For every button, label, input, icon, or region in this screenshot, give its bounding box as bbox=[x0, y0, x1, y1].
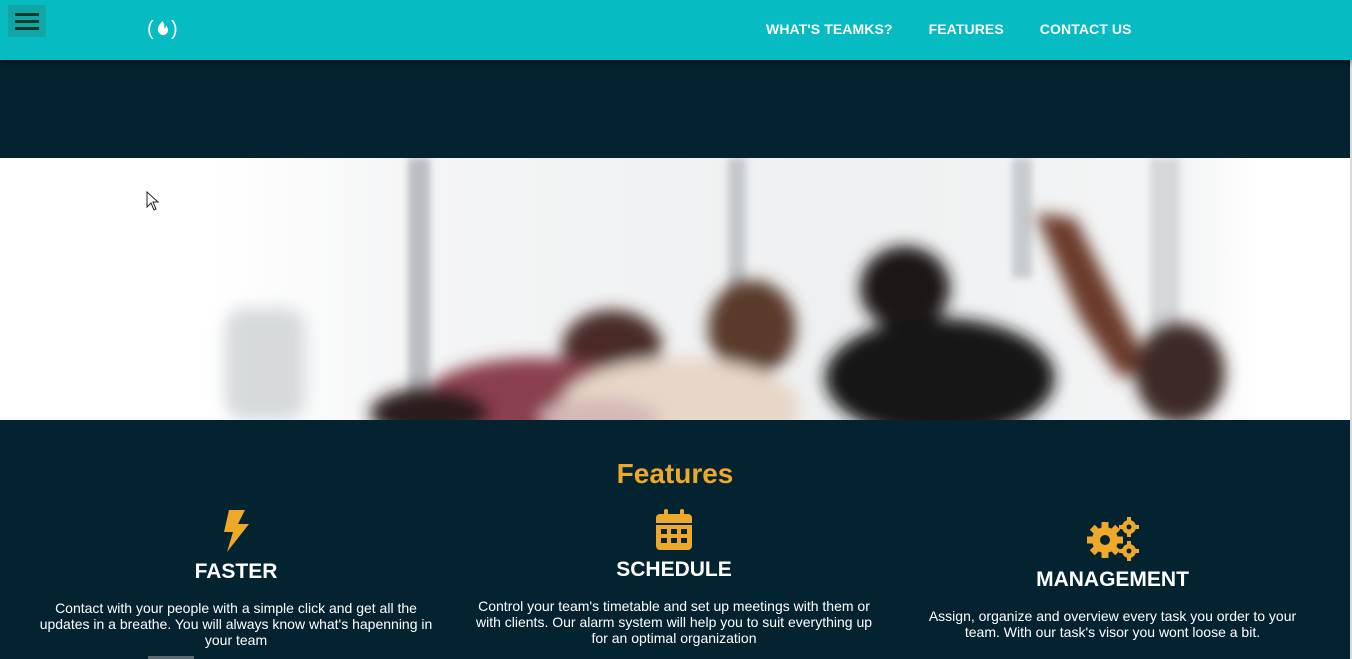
dark-header-band bbox=[0, 60, 1352, 158]
freecodecamp-flame-logo[interactable]: ( ) bbox=[146, 16, 180, 42]
top-navbar: ( ) WHAT'S TEAMKS? FEATURES CONTACT US bbox=[0, 0, 1352, 60]
svg-text:(: ( bbox=[147, 18, 154, 40]
features-heading: Features bbox=[616, 458, 734, 489]
feature-faster: FASTER Contact with your people with a s… bbox=[36, 508, 436, 648]
feature-schedule: SCHEDULE Control your team's timetable a… bbox=[474, 508, 874, 646]
gears-icon bbox=[1086, 517, 1139, 561]
feature-title: SCHEDULE bbox=[616, 558, 732, 581]
features-section: Features FASTER Contact with your people… bbox=[0, 420, 1350, 659]
feature-management: MANAGEMENT Assign, organize and overview… bbox=[910, 516, 1315, 640]
svg-text:): ) bbox=[171, 18, 178, 40]
lightning-bolt-icon bbox=[224, 510, 249, 552]
nav-links: WHAT'S TEAMKS? FEATURES CONTACT US bbox=[748, 0, 1150, 58]
nav-link-contact-us[interactable]: CONTACT US bbox=[1022, 21, 1150, 37]
mouse-pointer-icon bbox=[146, 191, 160, 211]
feature-title: FASTER bbox=[194, 560, 278, 583]
nav-link-whats-teamks[interactable]: WHAT'S TEAMKS? bbox=[748, 21, 911, 37]
feature-text: Assign, organize and overview every task… bbox=[928, 608, 1297, 640]
hero-image bbox=[0, 158, 1350, 420]
feature-title: MANAGEMENT bbox=[1036, 568, 1189, 591]
feature-text: Contact with your people with a simple c… bbox=[39, 600, 433, 648]
hamburger-menu-icon[interactable] bbox=[8, 5, 46, 37]
calendar-icon bbox=[656, 509, 692, 550]
feature-text: Control your team's timetable and set up… bbox=[475, 598, 873, 646]
nav-link-features[interactable]: FEATURES bbox=[911, 21, 1022, 37]
